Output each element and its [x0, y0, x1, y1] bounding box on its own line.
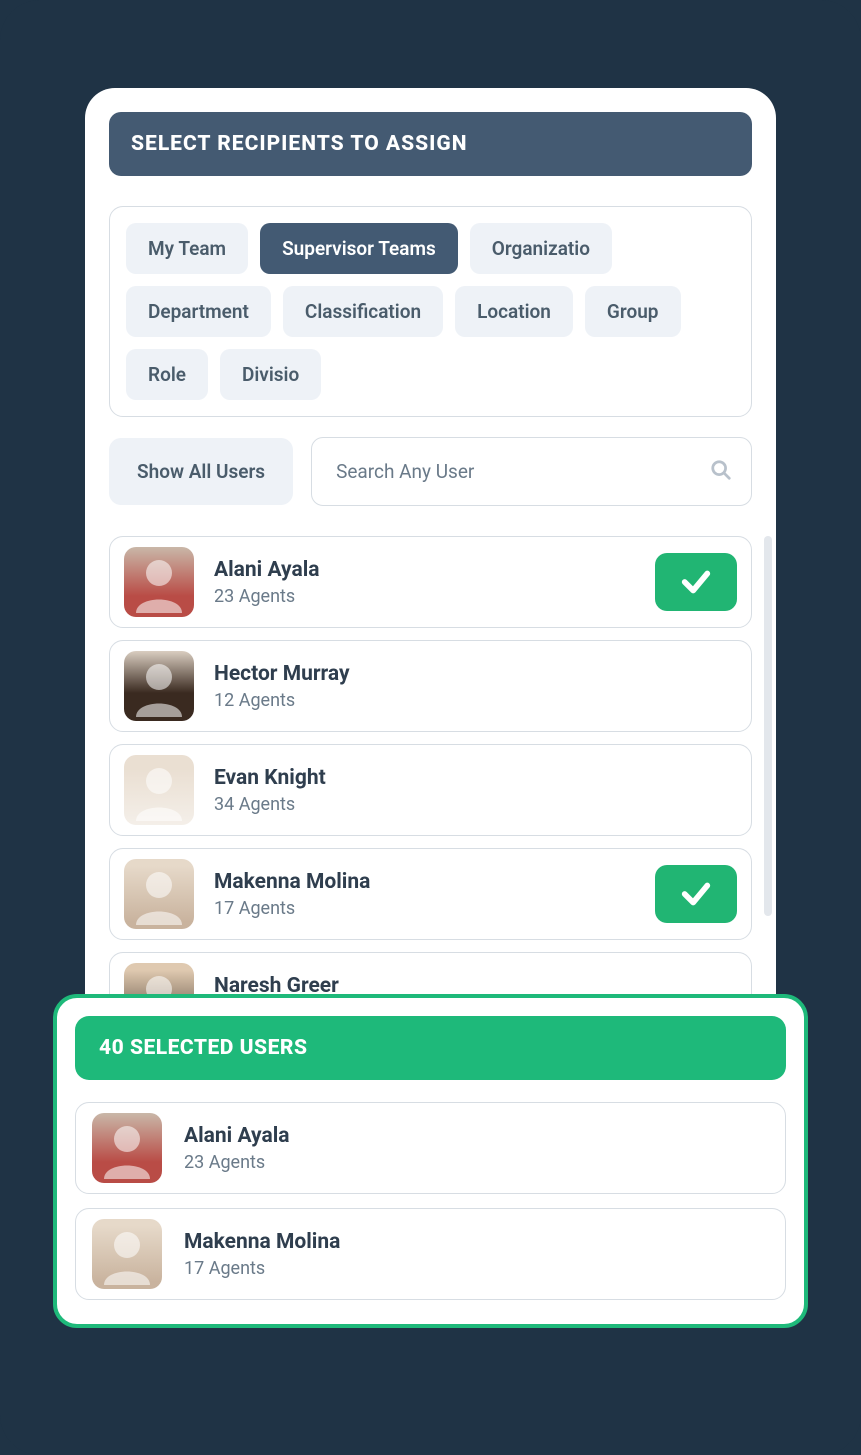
search-input[interactable]: [311, 437, 752, 506]
filter-chip-group[interactable]: Group: [585, 286, 681, 337]
user-info: Makenna Molina 17 Agents: [214, 870, 635, 919]
search-wrapper: [311, 437, 752, 506]
user-name: Alani Ayala: [214, 558, 635, 582]
filter-chip-department[interactable]: Department: [126, 286, 271, 337]
user-row[interactable]: Makenna Molina 17 Agents: [109, 848, 752, 940]
filter-chip-divisio[interactable]: Divisio: [220, 349, 321, 400]
avatar: [124, 547, 194, 617]
selected-check-icon: [655, 865, 737, 923]
controls-row: Show All Users: [109, 437, 752, 506]
user-agent-count: 23 Agents: [184, 1152, 769, 1173]
user-info: Alani Ayala 23 Agents: [184, 1124, 769, 1173]
filter-chip-role[interactable]: Role: [126, 349, 208, 400]
app-background: SELECT RECIPIENTS TO ASSIGN My TeamSuper…: [0, 0, 861, 1455]
user-info: Makenna Molina 17 Agents: [184, 1230, 769, 1279]
avatar: [92, 1219, 162, 1289]
filter-chip-group: My TeamSupervisor TeamsOrganizatio Depart…: [109, 206, 752, 417]
user-agent-count: 23 Agents: [214, 586, 635, 607]
filter-chip-location[interactable]: Location: [455, 286, 573, 337]
filter-chip-classification[interactable]: Classification: [283, 286, 443, 337]
user-agent-count: 17 Agents: [214, 898, 635, 919]
selected-users-drawer: 40 SELECTED USERS Alani Ayala 23 Agents Ma…: [53, 994, 808, 1328]
show-all-users-button[interactable]: Show All Users: [109, 438, 293, 505]
user-info: Alani Ayala 23 Agents: [214, 558, 635, 607]
avatar: [124, 755, 194, 825]
user-name: Alani Ayala: [184, 1124, 769, 1148]
scrollbar[interactable]: [764, 536, 772, 916]
avatar: [92, 1113, 162, 1183]
user-info: Hector Murray 12 Agents: [214, 662, 737, 711]
user-agent-count: 34 Agents: [214, 794, 737, 815]
search-icon: [710, 459, 732, 485]
user-info: Evan Knight 34 Agents: [214, 766, 737, 815]
drawer-title: 40 SELECTED USERS: [75, 1016, 786, 1080]
recipients-panel: SELECT RECIPIENTS TO ASSIGN My TeamSuper…: [85, 88, 776, 1104]
drawer-list: Alani Ayala 23 Agents Makenna Molina 17 Age…: [75, 1102, 786, 1300]
user-name: Hector Murray: [214, 662, 737, 686]
user-agent-count: 17 Agents: [184, 1258, 769, 1279]
user-row[interactable]: Hector Murray 12 Agents: [109, 640, 752, 732]
user-row[interactable]: Evan Knight 34 Agents: [109, 744, 752, 836]
selected-check-icon: [655, 553, 737, 611]
user-name: Makenna Molina: [184, 1230, 769, 1254]
filter-chip-supervisor-teams[interactable]: Supervisor Teams: [260, 223, 458, 274]
selected-user-row[interactable]: Makenna Molina 17 Agents: [75, 1208, 786, 1300]
user-name: Evan Knight: [214, 766, 737, 790]
filter-chip-organizatio[interactable]: Organizatio: [470, 223, 612, 274]
avatar: [124, 859, 194, 929]
avatar: [124, 651, 194, 721]
filter-chip-my-team[interactable]: My Team: [126, 223, 248, 274]
panel-title: SELECT RECIPIENTS TO ASSIGN: [109, 112, 752, 176]
user-agent-count: 12 Agents: [214, 690, 737, 711]
users-list: Alani Ayala 23 Agents Hector Murray 12 Agen…: [109, 536, 752, 1044]
user-name: Makenna Molina: [214, 870, 635, 894]
selected-user-row[interactable]: Alani Ayala 23 Agents: [75, 1102, 786, 1194]
user-row[interactable]: Alani Ayala 23 Agents: [109, 536, 752, 628]
